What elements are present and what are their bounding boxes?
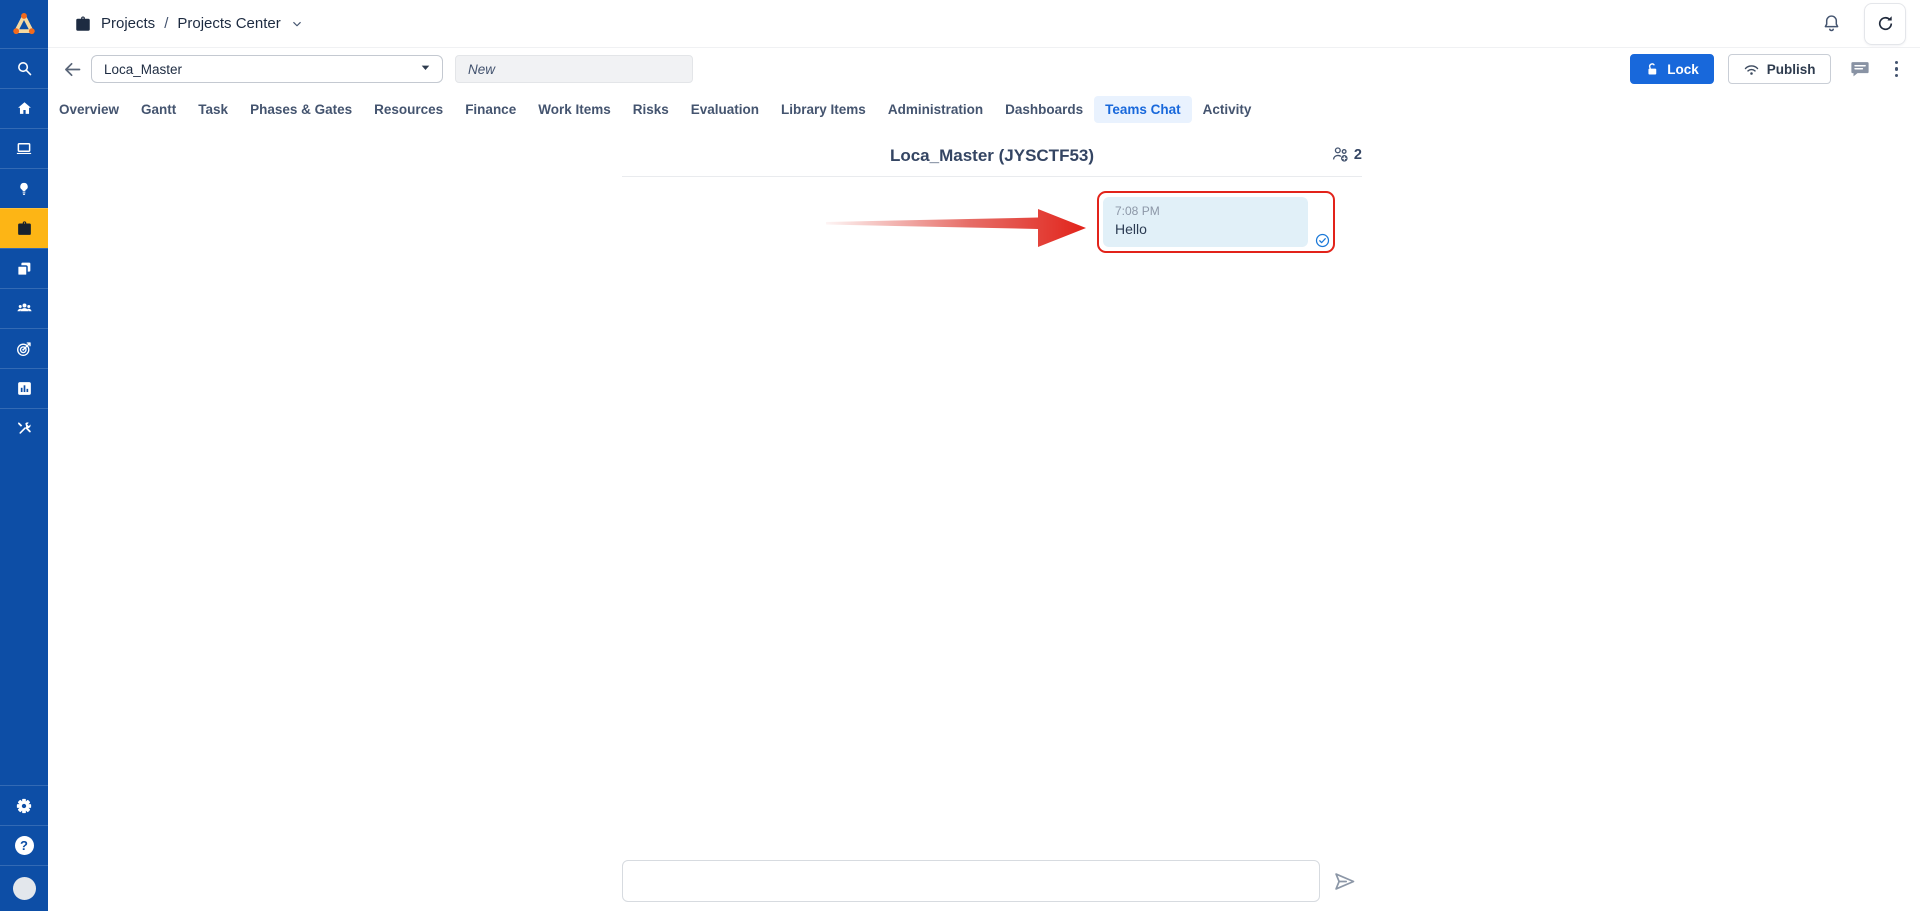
annotation-arrow	[826, 203, 1090, 255]
avatar	[13, 877, 36, 900]
sidebar-nav	[0, 48, 48, 448]
target-icon	[15, 340, 33, 358]
breadcrumb-current[interactable]: Projects Center	[177, 15, 280, 32]
teams-chat-panel: Loca_Master (JYSCTF53) 2	[622, 140, 1362, 177]
tools-icon	[16, 420, 33, 437]
chat-composer	[622, 860, 1362, 902]
project-status-value: New	[468, 62, 495, 77]
tab-finance[interactable]: Finance	[454, 96, 527, 123]
project-toolbar: Loca_Master New Lock P	[48, 48, 1920, 90]
kebab-icon	[1895, 61, 1899, 65]
gear-icon	[15, 797, 33, 815]
app-logo[interactable]	[0, 0, 48, 48]
sidebar-item-profile[interactable]	[0, 865, 48, 911]
bell-icon	[1821, 13, 1842, 34]
tab-administration[interactable]: Administration	[877, 96, 994, 123]
tab-risks[interactable]: Risks	[622, 96, 680, 123]
tab-activity[interactable]: Activity	[1192, 96, 1263, 123]
sidebar-item-workspace[interactable]	[0, 128, 48, 168]
chevron-down-icon	[290, 17, 304, 31]
triangle-logo-icon	[11, 11, 37, 37]
lightbulb-icon	[16, 181, 32, 197]
unlock-icon	[1645, 62, 1660, 77]
chat-divider	[622, 176, 1362, 177]
toolbar-actions: Lock Publish	[1630, 54, 1904, 84]
back-button[interactable]	[60, 57, 85, 82]
breadcrumb-root[interactable]: Projects	[101, 15, 155, 32]
sidebar: ?	[0, 0, 48, 911]
briefcase-icon	[16, 220, 33, 237]
send-message-button[interactable]	[1331, 868, 1358, 895]
tab-overview[interactable]: Overview	[48, 96, 130, 123]
send-icon	[1331, 868, 1358, 895]
publish-button-label: Publish	[1767, 62, 1816, 77]
sidebar-item-admin-tools[interactable]	[0, 408, 48, 448]
arrow-left-icon	[62, 59, 83, 80]
sidebar-item-search[interactable]	[0, 48, 48, 88]
tab-resources[interactable]: Resources	[363, 96, 454, 123]
publish-button[interactable]: Publish	[1728, 54, 1831, 84]
sidebar-item-resources[interactable]	[0, 288, 48, 328]
message-text: Hello	[1115, 221, 1296, 237]
sidebar-item-ideas[interactable]	[0, 168, 48, 208]
project-selector[interactable]: Loca_Master	[91, 55, 443, 83]
message-timestamp: 7:08 PM	[1115, 204, 1296, 218]
tab-work-items[interactable]: Work Items	[527, 96, 622, 123]
tab-task[interactable]: Task	[187, 96, 239, 123]
refresh-button[interactable]	[1864, 3, 1906, 45]
bar-chart-icon	[16, 380, 33, 397]
tab-phases-gates[interactable]: Phases & Gates	[239, 96, 363, 123]
lock-button[interactable]: Lock	[1630, 54, 1714, 84]
more-options-button[interactable]	[1889, 57, 1905, 82]
help-icon: ?	[15, 836, 34, 855]
project-selector-value: Loca_Master	[104, 62, 182, 77]
search-icon	[16, 60, 33, 77]
project-tab-bar: Overview Gantt Task Phases & Gates Resou…	[48, 93, 1920, 125]
breadcrumb-separator: /	[164, 15, 168, 32]
sidebar-spacer	[0, 448, 48, 785]
refresh-icon	[1876, 14, 1895, 33]
chat-title: Loca_Master (JYSCTF53)	[890, 146, 1094, 166]
sidebar-item-help[interactable]: ?	[0, 825, 48, 865]
sidebar-item-strategy[interactable]	[0, 328, 48, 368]
chat-header: Loca_Master (JYSCTF53) 2	[622, 140, 1362, 172]
caret-down-icon	[419, 61, 432, 77]
laptop-icon	[15, 140, 33, 158]
sidebar-item-portfolios[interactable]	[0, 248, 48, 288]
tab-evaluation[interactable]: Evaluation	[680, 96, 770, 123]
tab-teams-chat[interactable]: Teams Chat	[1094, 96, 1192, 123]
sidebar-item-projects[interactable]	[0, 208, 48, 248]
chat-message-input[interactable]	[622, 860, 1320, 902]
message-read-check-icon	[1315, 233, 1330, 248]
chat-message-bubble[interactable]: 7:08 PM Hello	[1103, 197, 1308, 247]
lock-button-label: Lock	[1667, 62, 1699, 77]
wifi-icon	[1743, 61, 1760, 78]
folders-icon	[15, 260, 33, 278]
project-status-field[interactable]: New	[455, 55, 693, 83]
sidebar-item-home[interactable]	[0, 88, 48, 128]
add-members-icon	[1331, 145, 1350, 164]
sidebar-item-reports[interactable]	[0, 368, 48, 408]
sidebar-item-settings[interactable]	[0, 785, 48, 825]
tab-library-items[interactable]: Library Items	[770, 96, 877, 123]
comment-icon	[1849, 58, 1871, 80]
team-icon	[15, 299, 34, 318]
home-icon	[16, 100, 33, 117]
chat-member-count: 2	[1354, 147, 1362, 163]
message-annotation-box: 7:08 PM Hello	[1097, 191, 1335, 253]
chat-members-button[interactable]: 2	[1331, 145, 1362, 164]
breadcrumb[interactable]: Projects / Projects Center	[74, 15, 304, 33]
tab-dashboards[interactable]: Dashboards	[994, 96, 1094, 123]
topbar-actions	[1817, 3, 1906, 45]
notifications-button[interactable]	[1817, 9, 1846, 38]
briefcase-icon	[74, 15, 92, 33]
tab-gantt[interactable]: Gantt	[130, 96, 187, 123]
app-window: ? Projects / Projects Center	[0, 0, 1920, 911]
topbar: Projects / Projects Center	[48, 0, 1920, 48]
comments-button[interactable]	[1845, 54, 1875, 84]
